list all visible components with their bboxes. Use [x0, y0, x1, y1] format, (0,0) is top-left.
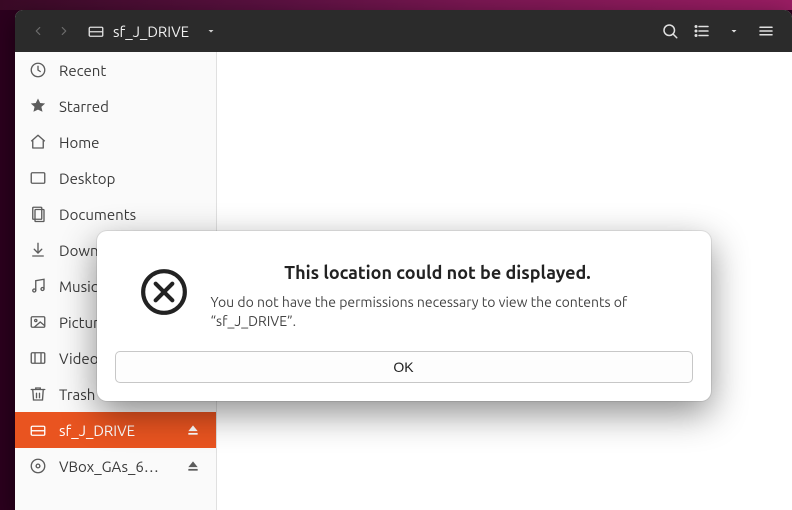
trash-icon	[29, 385, 47, 403]
sidebar-item-label: Starred	[59, 98, 202, 115]
dialog-title: This location could not be displayed.	[211, 263, 665, 283]
music-icon	[29, 277, 47, 295]
sidebar-item-desktop[interactable]: Desktop	[15, 160, 216, 196]
home-icon	[29, 133, 47, 151]
sidebar-item-home[interactable]: Home	[15, 124, 216, 160]
sidebar-item-label: Documents	[59, 206, 202, 223]
pictures-icon	[29, 313, 47, 331]
disc-icon	[29, 457, 47, 475]
sidebar-item-documents[interactable]: Documents	[15, 196, 216, 232]
eject-icon[interactable]	[184, 421, 202, 439]
recent-icon	[29, 61, 47, 79]
location-text: sf_J_DRIVE	[113, 23, 189, 40]
chevron-down-icon	[205, 25, 217, 37]
sidebar-item-label: Home	[59, 134, 202, 151]
sidebar-item-sf-j-drive[interactable]: sf_J_DRIVE	[15, 412, 216, 448]
documents-icon	[29, 205, 47, 223]
sidebar-item-label: VBox_GAs_6…	[59, 458, 172, 475]
location-bar[interactable]: sf_J_DRIVE	[87, 22, 217, 40]
file-manager-window: sf_J_DRIVE Recent	[15, 10, 792, 510]
back-button[interactable]	[25, 18, 51, 44]
forward-button[interactable]	[51, 18, 77, 44]
error-dialog: This location could not be displayed. Yo…	[97, 231, 711, 401]
desktop-icon	[29, 169, 47, 187]
drive-icon	[87, 22, 105, 40]
downloads-icon	[29, 241, 47, 259]
sidebar-item-recent[interactable]: Recent	[15, 52, 216, 88]
videos-icon	[29, 349, 47, 367]
sidebar-item-starred[interactable]: Starred	[15, 88, 216, 124]
star-icon	[29, 97, 47, 115]
dialog-message: You do not have the permissions necessar…	[211, 293, 665, 331]
desktop-background	[0, 0, 792, 10]
sidebar-item-label: Desktop	[59, 170, 202, 187]
view-list-button[interactable]	[686, 15, 718, 47]
view-options-button[interactable]	[718, 15, 750, 47]
sidebar-item-label: sf_J_DRIVE	[59, 422, 172, 439]
eject-icon[interactable]	[184, 457, 202, 475]
ok-button[interactable]: OK	[115, 351, 693, 383]
sidebar-item-vbox-gas[interactable]: VBox_GAs_6…	[15, 448, 216, 484]
hamburger-menu-button[interactable]	[750, 15, 782, 47]
sidebar-item-label: Recent	[59, 62, 202, 79]
drive-icon	[29, 421, 47, 439]
search-button[interactable]	[654, 15, 686, 47]
error-icon	[139, 267, 189, 317]
titlebar: sf_J_DRIVE	[15, 10, 792, 52]
